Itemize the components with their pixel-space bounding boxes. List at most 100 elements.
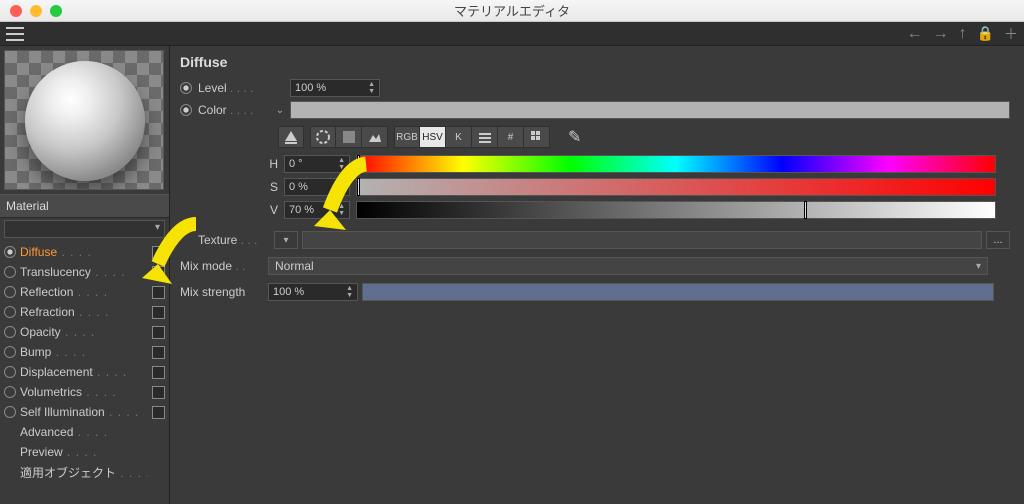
channel-radio[interactable]: [4, 326, 16, 338]
channel-適用オブジェクト[interactable]: 適用オブジェクト . . . .: [0, 462, 169, 482]
channel-diffuse[interactable]: Diffuse . . . .: [0, 242, 169, 262]
channel-checkbox[interactable]: [152, 246, 165, 259]
channel-preview[interactable]: Preview . . . .: [0, 442, 169, 462]
channel-label: 適用オブジェクト . . . .: [20, 464, 148, 481]
material-preview[interactable]: [4, 50, 164, 190]
channel-radio[interactable]: [4, 286, 16, 298]
channel-radio[interactable]: [4, 386, 16, 398]
level-input[interactable]: 100 % ▲▼: [290, 79, 380, 97]
mixmode-select[interactable]: Normal: [268, 257, 988, 275]
color-radio[interactable]: [180, 104, 192, 116]
channel-radio[interactable]: [4, 406, 16, 418]
material-name-dropdown[interactable]: [4, 220, 165, 238]
channel-checkbox[interactable]: [152, 406, 165, 419]
channel-checkbox[interactable]: [152, 326, 165, 339]
h-slider[interactable]: [356, 155, 996, 173]
channel-label: Opacity . . . .: [20, 325, 148, 339]
mixstrength-bar[interactable]: [362, 283, 994, 301]
channel-label: Volumetrics . . . .: [20, 385, 148, 399]
texture-row: Texture . . . ▾ ...: [180, 230, 1014, 250]
channel-displacement[interactable]: Displacement . . . .: [0, 362, 169, 382]
prop-color: Color . . . . ⌄: [180, 100, 1014, 120]
channel-translucency[interactable]: Translucency . . . .: [0, 262, 169, 282]
mixstrength-label: Mix strength: [180, 285, 268, 299]
texture-path-field[interactable]: [302, 231, 982, 249]
channel-bump[interactable]: Bump . . . .: [0, 342, 169, 362]
texture-browse-button[interactable]: ...: [986, 231, 1010, 249]
channel-checkbox[interactable]: [152, 386, 165, 399]
channel-label: Translucency . . . .: [20, 265, 148, 279]
eyedropper-icon[interactable]: ✎: [568, 127, 581, 147]
hsv-h-row: H 0 °▲▼: [180, 154, 1014, 174]
channel-radio[interactable]: [4, 346, 16, 358]
lock-icon[interactable]: 🔒: [977, 25, 994, 42]
mode-gradient-icon[interactable]: [278, 126, 304, 148]
channel-advanced[interactable]: Advanced . . . .: [0, 422, 169, 442]
titlebar: マテリアルエディタ: [0, 0, 1024, 22]
mixstrength-input[interactable]: 100 %▲▼: [268, 283, 358, 301]
channel-checkbox[interactable]: [152, 306, 165, 319]
channel-checkbox[interactable]: [152, 286, 165, 299]
channel-list: Diffuse . . . . Translucency . . . . Refle…: [0, 240, 169, 484]
sidebar-section-header: Material: [0, 194, 169, 218]
channel-checkbox[interactable]: [152, 346, 165, 359]
mode-swatches-icon[interactable]: [524, 126, 550, 148]
channel-label: Reflection . . . .: [20, 285, 148, 299]
nav-icons: ← → ↑ 🔒 ＋: [907, 24, 1018, 44]
color-collapse-icon[interactable]: ⌄: [274, 105, 286, 116]
s-slider[interactable]: [356, 178, 996, 196]
color-label: Color . . . .: [198, 103, 274, 117]
add-icon[interactable]: ＋: [1004, 24, 1018, 44]
window-title: マテリアルエディタ: [0, 1, 1024, 20]
v-label: V: [258, 203, 278, 217]
mode-hsv-button[interactable]: HSV: [420, 126, 446, 148]
toolbar: ← → ↑ 🔒 ＋: [0, 22, 1024, 46]
mode-hex-button[interactable]: #: [498, 126, 524, 148]
nav-forward-icon[interactable]: →: [933, 25, 949, 43]
hsv-s-row: S 0 %▲▼: [180, 177, 1014, 197]
hamburger-menu-icon[interactable]: [6, 27, 24, 41]
channel-label: Diffuse . . . .: [20, 245, 148, 259]
channel-self-illumination[interactable]: Self Illumination . . . .: [0, 402, 169, 422]
panel-title: Diffuse: [180, 54, 1014, 70]
v-input[interactable]: 70 %▲▼: [284, 201, 350, 219]
properties-panel: Diffuse Level . . . . 100 % ▲▼ Color . .…: [170, 46, 1024, 504]
channel-radio[interactable]: [4, 246, 16, 258]
channel-label: Refraction . . . .: [20, 305, 148, 319]
channel-reflection[interactable]: Reflection . . . .: [0, 282, 169, 302]
h-input[interactable]: 0 °▲▼: [284, 155, 350, 173]
channel-checkbox[interactable]: [152, 266, 165, 279]
sidebar: Material Diffuse . . . . Translucency . .…: [0, 46, 170, 504]
channel-label: Advanced . . . .: [20, 425, 148, 439]
mode-colorwheel-icon[interactable]: [310, 126, 336, 148]
color-swatch[interactable]: [290, 101, 1010, 119]
level-label: Level . . . .: [198, 81, 274, 95]
channel-label: Preview . . . .: [20, 445, 148, 459]
channel-opacity[interactable]: Opacity . . . .: [0, 322, 169, 342]
channel-label: Displacement . . . .: [20, 365, 148, 379]
channel-volumetrics[interactable]: Volumetrics . . . .: [0, 382, 169, 402]
texture-label: Texture . . .: [198, 233, 274, 247]
mode-k-button[interactable]: K: [446, 126, 472, 148]
mode-rgb-button[interactable]: RGB: [394, 126, 420, 148]
mode-bars-icon[interactable]: [472, 126, 498, 148]
mode-picture-icon[interactable]: [362, 126, 388, 148]
mixstrength-row: Mix strength 100 %▲▼: [180, 282, 1014, 302]
mode-square-icon[interactable]: [336, 126, 362, 148]
s-input[interactable]: 0 %▲▼: [284, 178, 350, 196]
v-slider[interactable]: [356, 201, 996, 219]
channel-radio[interactable]: [4, 306, 16, 318]
h-label: H: [258, 157, 278, 171]
nav-up-icon[interactable]: ↑: [959, 25, 967, 43]
mixmode-label: Mix mode . .: [180, 259, 268, 273]
mixmode-row: Mix mode . . Normal: [180, 256, 1014, 276]
texture-dropdown[interactable]: ▾: [274, 231, 298, 249]
level-radio[interactable]: [180, 82, 192, 94]
channel-radio[interactable]: [4, 366, 16, 378]
s-label: S: [258, 180, 278, 194]
channel-radio[interactable]: [4, 266, 16, 278]
color-mode-row: RGB HSV K # ✎: [278, 126, 1014, 148]
channel-refraction[interactable]: Refraction . . . .: [0, 302, 169, 322]
channel-checkbox[interactable]: [152, 366, 165, 379]
nav-back-icon[interactable]: ←: [907, 25, 923, 43]
